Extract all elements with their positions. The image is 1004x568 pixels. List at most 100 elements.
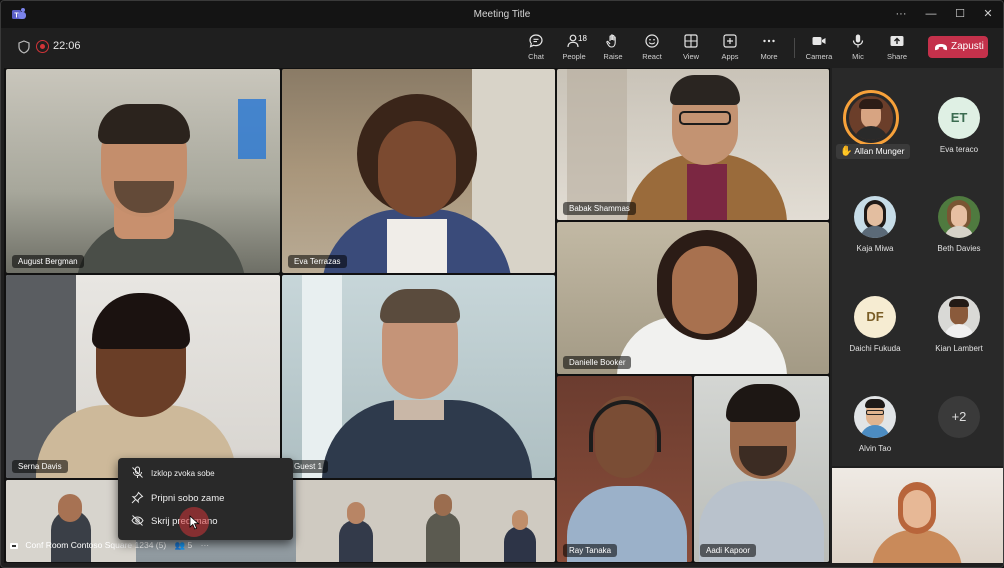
roster-name: Beth Davies <box>937 244 981 253</box>
participant-name-tag: Danielle Booker <box>563 356 632 369</box>
avatar <box>938 196 980 238</box>
roster-item-kian-lambert[interactable]: Kian Lambert <box>916 296 1002 353</box>
view-button[interactable]: View <box>673 32 709 64</box>
avatar <box>854 196 896 238</box>
avatar <box>849 96 893 140</box>
meeting-window: T Meeting Title ··· — ☐ ✕ 22:06 Chat 18 … <box>0 0 1004 568</box>
avatar: DF <box>854 296 896 338</box>
roster-item-kaja-miwa[interactable]: Kaja Miwa <box>832 196 918 253</box>
plus-icon <box>723 34 737 48</box>
camera-button[interactable]: Camera <box>801 32 837 64</box>
more-label: More <box>760 52 778 61</box>
video-tile-serna-davis[interactable]: Serna Davis <box>6 275 280 478</box>
participant-roster: ✋ Allan Munger ET Eva teraco Kaja Miwa B… <box>832 68 1003 466</box>
menu-item-mute-room[interactable]: Izklop zvoka sobe <box>118 462 293 484</box>
toolbar-divider <box>794 38 795 58</box>
menu-item-label: Izklop zvoka sobe <box>151 469 215 478</box>
share-label: Share <box>886 52 907 61</box>
room-name-tag: Conf Room Contoso Square 1234 (5) 👥 5 ··… <box>9 540 209 556</box>
apps-button[interactable]: Apps <box>712 32 748 64</box>
leave-button[interactable]: Zapusti <box>928 36 988 58</box>
share-button[interactable]: Share <box>879 32 915 64</box>
roster-name: Alvin Tao <box>858 444 892 453</box>
avatar <box>854 396 896 438</box>
minimize-button[interactable]: — <box>917 5 945 23</box>
chat-button[interactable]: Chat <box>518 32 554 64</box>
roster-item-allan-munger[interactable]: ✋ Allan Munger <box>832 68 918 164</box>
leave-label: Zapusti <box>951 41 984 52</box>
room-icon <box>10 542 18 549</box>
pin-icon <box>131 491 144 504</box>
video-tile-babak-shammas[interactable]: Babak Shammas <box>557 69 829 220</box>
room-count: 5 <box>187 540 193 550</box>
roster-more-participants[interactable]: +2 <box>916 396 1002 438</box>
grid-icon <box>684 34 698 48</box>
window-more-button[interactable]: ··· <box>887 5 915 23</box>
react-button[interactable]: React <box>634 32 670 64</box>
roster-name: Eva teraco <box>939 145 979 154</box>
roster-item-eva-teraco[interactable]: ET Eva teraco <box>916 97 1002 154</box>
video-tile-eva-terrazas[interactable]: Eva Terrazas <box>282 69 555 273</box>
roster-item-beth-davies[interactable]: Beth Davies <box>916 196 1002 253</box>
eye-off-icon <box>131 515 144 526</box>
mic-button[interactable]: Mic <box>840 32 876 64</box>
participant-name-tag: Serna Davis <box>12 460 68 473</box>
participant-name-tag: Ray Tanaka <box>563 544 618 557</box>
shield-icon <box>18 40 30 54</box>
raise-hand-button[interactable]: Raise <box>595 32 631 64</box>
video-tile-danielle-booker[interactable]: Danielle Booker <box>557 222 829 374</box>
video-tile-august-bergman[interactable]: August Bergman <box>6 69 280 273</box>
participant-name-tag: Eva Terrazas <box>288 255 347 268</box>
mic-icon <box>852 34 864 48</box>
raise-hand-icon <box>606 34 616 48</box>
camera-icon <box>812 37 826 45</box>
meeting-toolbar: 22:06 Chat 18 People Raise React View Ap… <box>1 28 1003 66</box>
self-view-video[interactable] <box>832 468 1003 563</box>
roster-item-alvin-tao[interactable]: Alvin Tao <box>832 396 918 453</box>
roster-name: Daichi Fukuda <box>849 344 901 353</box>
people-count-badge: 18 <box>578 34 587 43</box>
view-label: View <box>682 52 700 61</box>
people-button[interactable]: 18 People <box>556 32 592 64</box>
window-title: Meeting Title <box>473 9 531 20</box>
people-small-icon: 👥 <box>174 540 186 550</box>
more-participants-badge: +2 <box>938 396 980 438</box>
video-tile-ray-tanaka[interactable]: Ray Tanaka <box>557 376 692 562</box>
room-name-label: Conf Room Contoso Square 1234 (5) <box>25 540 167 550</box>
menu-item-pin-room[interactable]: Pripni sobo zame <box>118 487 293 509</box>
chat-label: Chat <box>528 52 544 61</box>
ellipsis-icon <box>763 39 775 43</box>
room-more-button[interactable]: ··· <box>201 540 210 550</box>
participant-name-tag: Babak Shammas <box>563 202 636 215</box>
apps-label: Apps <box>721 52 739 61</box>
roster-name: Allan Munger <box>854 146 905 156</box>
meeting-timer: 22:06 <box>53 40 81 52</box>
raised-hand-icon: ✋ <box>840 146 853 157</box>
people-label: People <box>562 52 586 61</box>
camera-label: Camera <box>805 52 833 61</box>
chat-icon <box>529 34 543 48</box>
title-bar: T Meeting Title ··· — ☐ ✕ <box>1 1 1003 28</box>
close-window-button[interactable]: ✕ <box>974 5 1002 23</box>
roster-name: Kaja Miwa <box>856 244 894 253</box>
participant-name-tag: Aadi Kapoor <box>700 544 757 557</box>
mouse-pointer-icon <box>189 515 200 530</box>
video-tile-aadi-kapoor[interactable]: Aadi Kapoor <box>694 376 829 562</box>
participant-name-tag: August Bergman <box>12 255 84 268</box>
more-button[interactable]: More <box>751 32 787 64</box>
mic-off-icon <box>132 466 143 478</box>
phone-hangup-icon <box>935 44 947 51</box>
react-label: React <box>642 52 662 61</box>
roster-name-highlight: ✋ Allan Munger <box>836 144 911 159</box>
roster-name: Kian Lambert <box>935 344 983 353</box>
share-icon <box>890 36 904 46</box>
raise-label: Raise <box>603 52 623 61</box>
maximize-button[interactable]: ☐ <box>946 5 974 23</box>
roster-item-daichi-fukuda[interactable]: DF Daichi Fukuda <box>832 296 918 353</box>
recording-icon <box>36 40 49 53</box>
smile-icon <box>645 34 659 48</box>
video-tile-guest-1[interactable]: Guest 1 <box>282 275 555 478</box>
avatar: ET <box>938 97 980 139</box>
avatar <box>938 296 980 338</box>
mic-label: Mic <box>852 52 864 61</box>
